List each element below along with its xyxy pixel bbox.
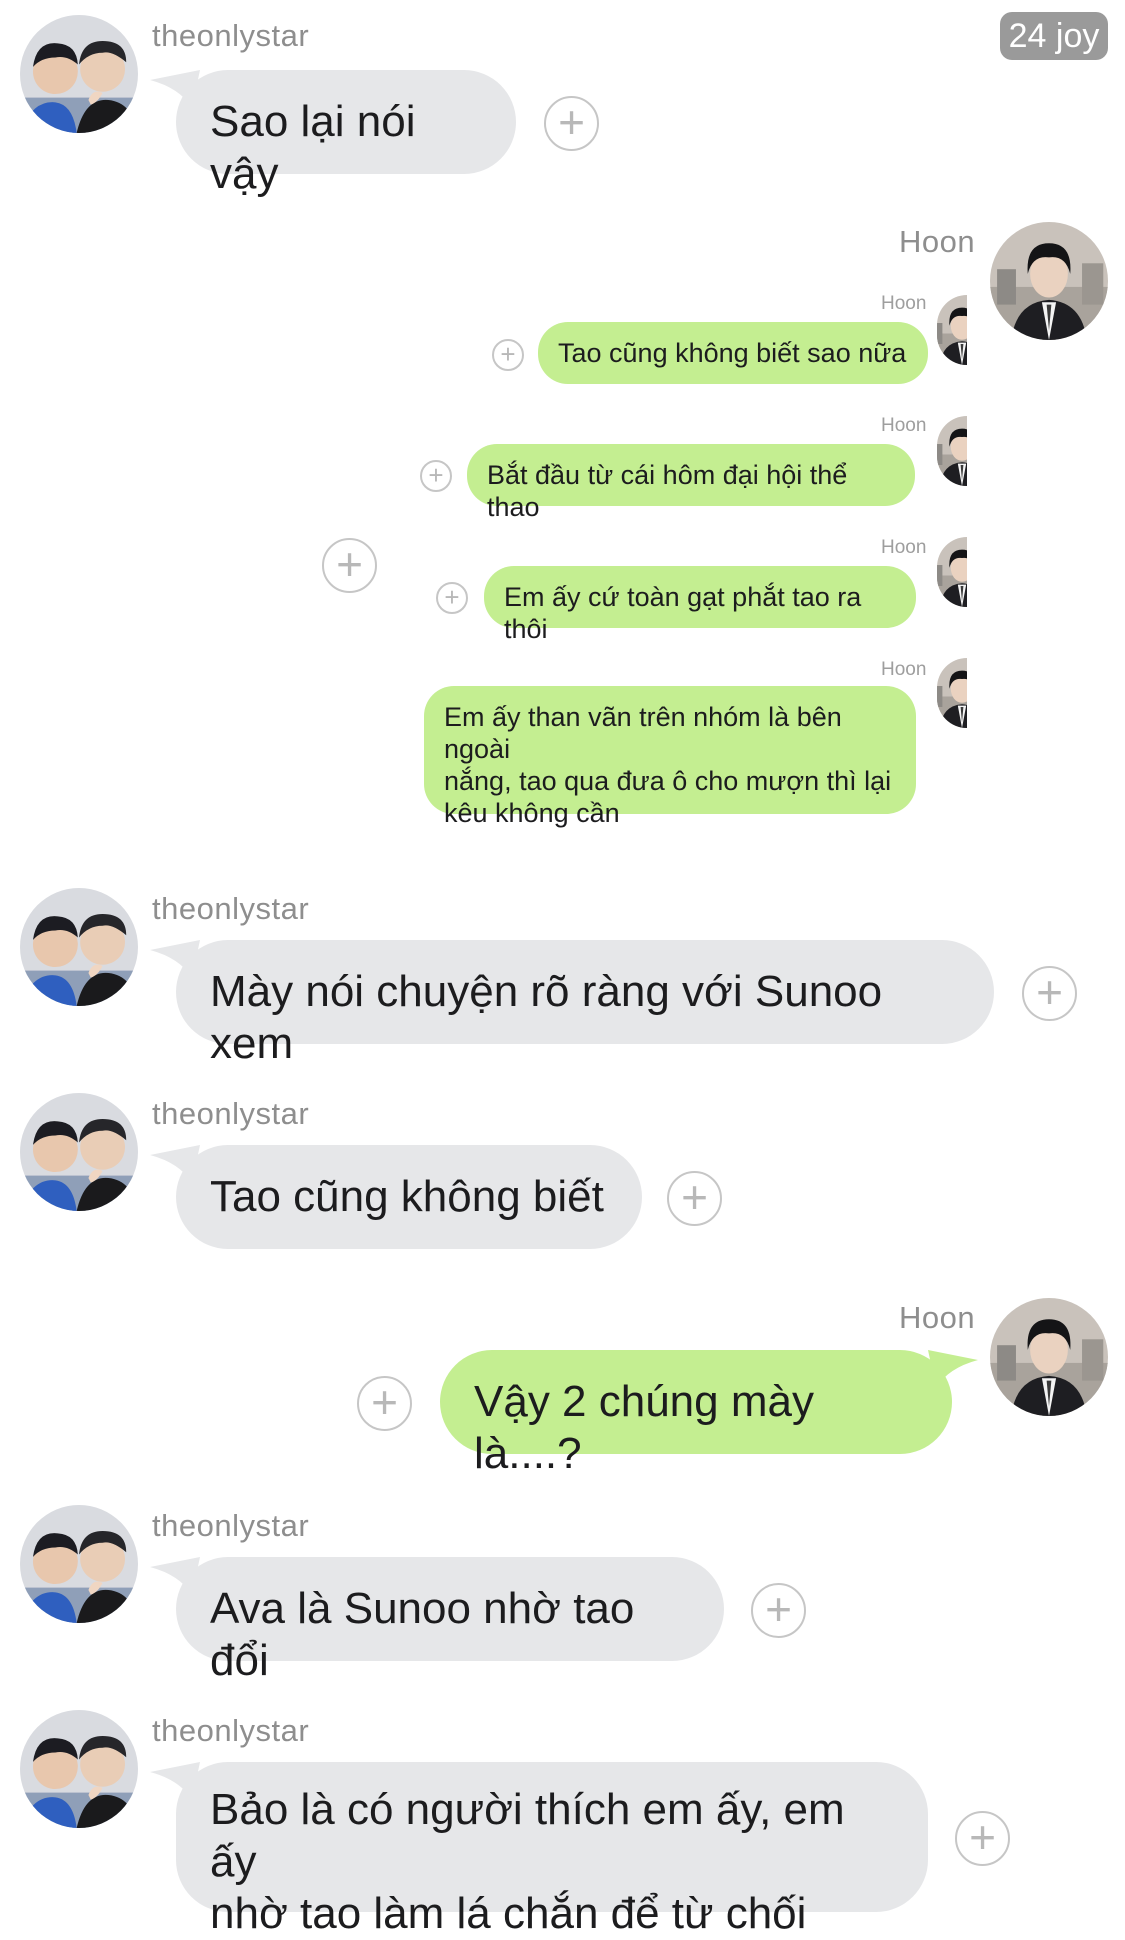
bubble-tail <box>928 1350 978 1388</box>
quoted-message-bubble: Tao cũng không biết sao nữa <box>538 322 928 384</box>
plus-circle-icon[interactable]: + <box>322 538 377 593</box>
message-bubble[interactable]: Bảo là có người thích em ấy, em ấy nhờ t… <box>176 1762 928 1938</box>
quoted-message-bubble: Bắt đầu từ cái hôm đại hội thể thao <box>467 444 915 522</box>
avatar-hoon <box>937 416 967 486</box>
sender-name: theonlystar <box>152 1508 310 1543</box>
plus-circle-icon[interactable]: + <box>1022 966 1077 1021</box>
plus-circle-icon[interactable]: + <box>357 1376 412 1431</box>
quoted-sender-name: Hoon <box>881 293 927 314</box>
corner-badge: 24 joy <box>1000 12 1108 60</box>
avatar-hoon <box>937 295 967 365</box>
avatar-theonlystar[interactable] <box>20 888 138 1006</box>
message-bubble[interactable]: Ava là Sunoo nhờ tao đổi <box>176 1557 724 1685</box>
sender-name: Hoon <box>899 1300 976 1335</box>
plus-circle-icon[interactable]: + <box>751 1583 806 1638</box>
plus-circle-icon[interactable]: + <box>955 1811 1010 1866</box>
plus-circle-icon[interactable]: + <box>667 1171 722 1226</box>
avatar-hoon <box>937 537 967 607</box>
avatar-hoon[interactable] <box>990 222 1108 340</box>
quoted-sender-name: Hoon <box>881 537 927 558</box>
quoted-message-bubble: Em ấy than vãn trên nhóm là bên ngoài nắ… <box>424 686 916 828</box>
plus-circle-icon[interactable]: + <box>420 460 452 492</box>
avatar-theonlystar[interactable] <box>20 1093 138 1211</box>
quoted-message-bubble: Em ấy cứ toàn gạt phắt tao ra thôi <box>484 566 916 644</box>
quoted-sender-name: Hoon <box>881 659 927 680</box>
avatar-hoon[interactable] <box>990 1298 1108 1416</box>
avatar-theonlystar[interactable] <box>20 1505 138 1623</box>
sender-name: theonlystar <box>152 1096 310 1131</box>
avatar-theonlystar[interactable] <box>20 1710 138 1828</box>
sender-name: theonlystar <box>152 18 310 53</box>
message-bubble[interactable]: Sao lại nói vậy <box>176 70 516 198</box>
sender-name: Hoon <box>899 224 976 259</box>
avatar-theonlystar[interactable] <box>20 15 138 133</box>
message-bubble[interactable]: Vậy 2 chúng mày là....? <box>440 1350 952 1478</box>
plus-circle-icon[interactable]: + <box>492 339 524 371</box>
plus-circle-icon[interactable]: + <box>436 582 468 614</box>
quoted-sender-name: Hoon <box>881 415 927 436</box>
sender-name: theonlystar <box>152 1713 310 1748</box>
message-bubble[interactable]: Tao cũng không biết <box>176 1145 642 1249</box>
sender-name: theonlystar <box>152 891 310 926</box>
plus-circle-icon[interactable]: + <box>544 96 599 151</box>
message-bubble[interactable]: Mày nói chuyện rõ ràng với Sunoo xem <box>176 940 994 1068</box>
avatar-hoon <box>937 658 967 728</box>
